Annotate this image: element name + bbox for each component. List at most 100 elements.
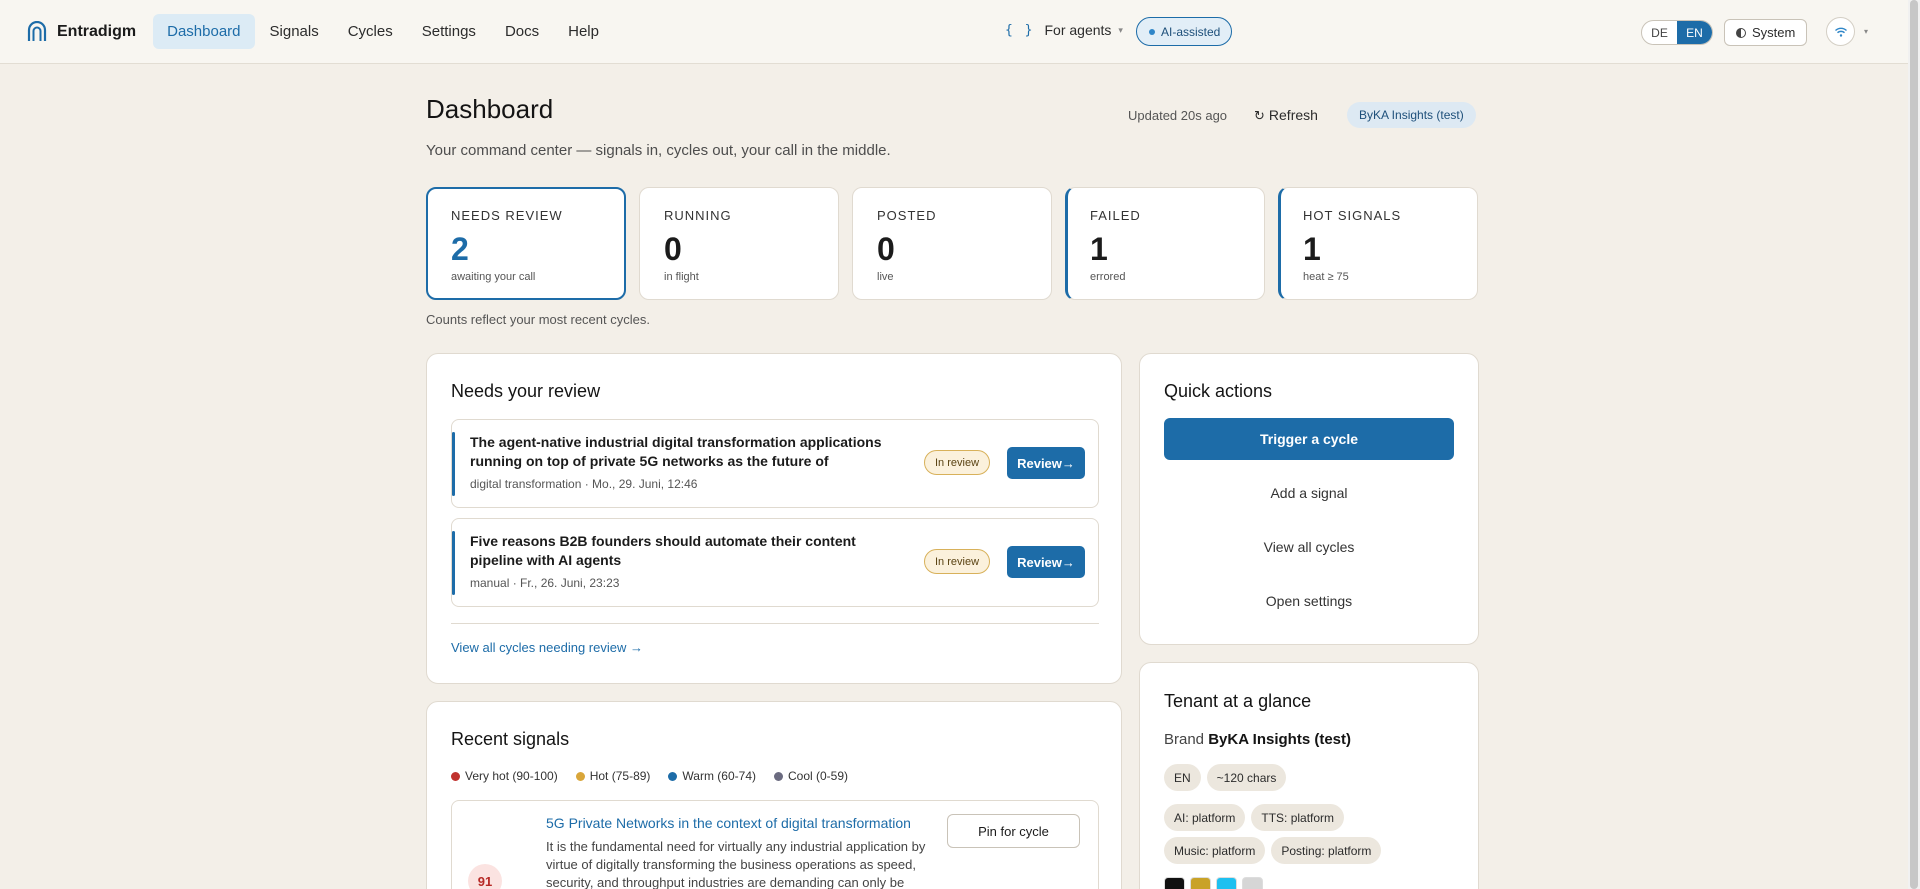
stat-value: 0	[664, 231, 682, 267]
legend-item: Warm (60-74)	[668, 769, 756, 783]
for-agents-menu[interactable]: { } For agents ▾	[1005, 22, 1123, 38]
tts-chip: TTS: platform	[1251, 804, 1345, 831]
stat-sub: in flight	[664, 271, 699, 283]
review-button[interactable]: Review→	[1007, 546, 1085, 578]
review-item-title: The agent-native industrial digital tran…	[470, 434, 882, 469]
lang-de-button[interactable]: DE	[1642, 21, 1677, 44]
status-badge: In review	[924, 549, 991, 574]
view-all-cycles-button[interactable]: View all cycles	[1164, 528, 1454, 566]
legend-item: Hot (75-89)	[575, 769, 650, 783]
review-item[interactable]: Five reasons B2B founders should automat…	[451, 518, 1099, 607]
tenant-card: Tenant at a glance Brand ByKA Insights (…	[1139, 662, 1479, 889]
music-chip: Music: platform	[1164, 837, 1266, 864]
tenant-badge: ByKA Insights (test)	[1347, 102, 1476, 128]
stat-label: HOT SIGNALS	[1303, 208, 1402, 223]
logo[interactable]: Entradigm	[26, 20, 137, 43]
stat-sub: heat ≥ 75	[1303, 271, 1349, 283]
nav-signals[interactable]: Signals	[256, 14, 333, 49]
main-nav: Dashboard Signals Cycles Settings Docs H…	[153, 14, 614, 49]
legend-label: Very hot (90-100)	[465, 769, 558, 783]
review-card: Needs your review The agent-native indus…	[426, 353, 1122, 684]
language-switch: DE EN	[1641, 20, 1713, 45]
status-dot-icon	[1149, 28, 1155, 35]
nav-settings[interactable]: Settings	[408, 14, 490, 49]
review-button[interactable]: Review→	[1007, 447, 1085, 479]
refresh-icon: ↻	[1254, 108, 1265, 123]
connection-button[interactable]	[1826, 17, 1855, 46]
nav-cycles[interactable]: Cycles	[334, 14, 407, 49]
stat-sub: awaiting your call	[451, 271, 536, 283]
ai-assisted-label: AI-assisted	[1161, 24, 1221, 39]
accent-bar	[452, 432, 455, 496]
stat-value: 2	[451, 231, 469, 267]
stat-failed[interactable]: FAILED 1 errored	[1065, 187, 1265, 300]
stat-posted[interactable]: POSTED 0 live	[852, 187, 1052, 300]
lang-en-button[interactable]: EN	[1677, 21, 1712, 44]
ai-assisted-toggle[interactable]: AI-assisted	[1136, 17, 1233, 46]
color-swatch	[1164, 877, 1185, 889]
signals-card-title: Recent signals	[451, 729, 570, 749]
chip-row: AI: platform TTS: platform	[1164, 804, 1350, 831]
color-swatch	[1190, 877, 1211, 889]
open-settings-button[interactable]: Open settings	[1164, 582, 1454, 620]
braces-icon: { }	[1005, 22, 1035, 38]
legend-item: Cool (0-59)	[774, 769, 848, 783]
nav-help[interactable]: Help	[554, 14, 613, 49]
nav-dashboard[interactable]: Dashboard	[153, 14, 255, 49]
scrollbar-thumb[interactable]	[1910, 0, 1918, 889]
review-item-meta: digital transformation · Mo., 29. Juni, …	[470, 477, 698, 491]
add-signal-button[interactable]: Add a signal	[1164, 474, 1454, 512]
chip-row: EN ~120 chars	[1164, 764, 1292, 791]
contrast-icon	[1736, 27, 1746, 38]
wifi-icon	[1834, 27, 1847, 37]
stat-sub: live	[877, 271, 894, 283]
trigger-cycle-button[interactable]: Trigger a cycle	[1164, 418, 1454, 460]
legend-dot-icon	[668, 771, 678, 781]
legend-dot-icon	[451, 771, 460, 781]
stat-label: POSTED	[877, 208, 937, 223]
brand-swatches	[1164, 877, 1268, 889]
stat-value: 0	[877, 231, 895, 267]
posting-chip: Posting: platform	[1271, 837, 1382, 864]
page-title: Dashboard	[426, 94, 554, 124]
signal-summary: It is the fundamental need for virtually…	[546, 839, 926, 889]
brand-label: Brand	[1164, 731, 1205, 748]
ai-chip: AI: platform	[1164, 804, 1246, 831]
view-all-review-link[interactable]: View all cycles needing review →	[451, 640, 643, 655]
length-chip: ~120 chars	[1206, 764, 1287, 791]
refresh-label: Refresh	[1268, 107, 1318, 123]
quick-actions-card: Quick actions Trigger a cycle Add a sign…	[1139, 353, 1479, 645]
arch-logo-icon	[27, 20, 47, 41]
legend-item: Very hot (90-100)	[451, 769, 558, 783]
stat-needs-review[interactable]: NEEDS REVIEW 2 awaiting your call	[426, 187, 626, 300]
for-agents-label: For agents	[1044, 22, 1112, 38]
stat-value: 1	[1303, 231, 1321, 267]
language-chip: EN	[1164, 764, 1201, 791]
legend-dot-icon	[575, 771, 585, 781]
review-item-title: Five reasons B2B founders should automat…	[470, 533, 856, 568]
stat-running[interactable]: RUNNING 0 in flight	[639, 187, 839, 300]
theme-button[interactable]: System	[1724, 19, 1808, 46]
page-subtitle: Your command center — signals in, cycles…	[426, 142, 891, 159]
nav-docs[interactable]: Docs	[491, 14, 553, 49]
refresh-button[interactable]: ↻ Refresh	[1254, 107, 1318, 124]
stat-sub: errored	[1090, 271, 1126, 283]
app-name: Entradigm	[57, 22, 137, 40]
signals-card: Recent signals Very hot (90-100) Hot (75…	[426, 701, 1122, 889]
heat-legend: Very hot (90-100) Hot (75-89) Warm (60-7…	[451, 769, 866, 783]
top-bar: Entradigm Dashboard Signals Cycles Setti…	[0, 0, 1908, 64]
review-item[interactable]: The agent-native industrial digital tran…	[451, 419, 1099, 508]
tenant-card-title: Tenant at a glance	[1164, 691, 1312, 711]
chip-row: Music: platform Posting: platform	[1164, 837, 1387, 864]
stat-label: NEEDS REVIEW	[451, 208, 563, 223]
signal-title-link[interactable]: 5G Private Networks in the context of di…	[546, 815, 911, 831]
review-item-meta: manual · Fr., 26. Juni, 23:23	[470, 576, 620, 590]
stat-label: FAILED	[1090, 208, 1141, 223]
connection-caret-icon[interactable]: ▾	[1864, 27, 1868, 36]
signal-item: 91 5G Private Networks in the context of…	[451, 800, 1099, 889]
status-badge: In review	[924, 450, 991, 475]
pin-for-cycle-button[interactable]: Pin for cycle	[947, 814, 1080, 848]
counts-note: Counts reflect your most recent cycles.	[426, 312, 650, 327]
review-card-title: Needs your review	[451, 381, 601, 401]
stat-hot-signals[interactable]: HOT SIGNALS 1 heat ≥ 75	[1278, 187, 1478, 300]
